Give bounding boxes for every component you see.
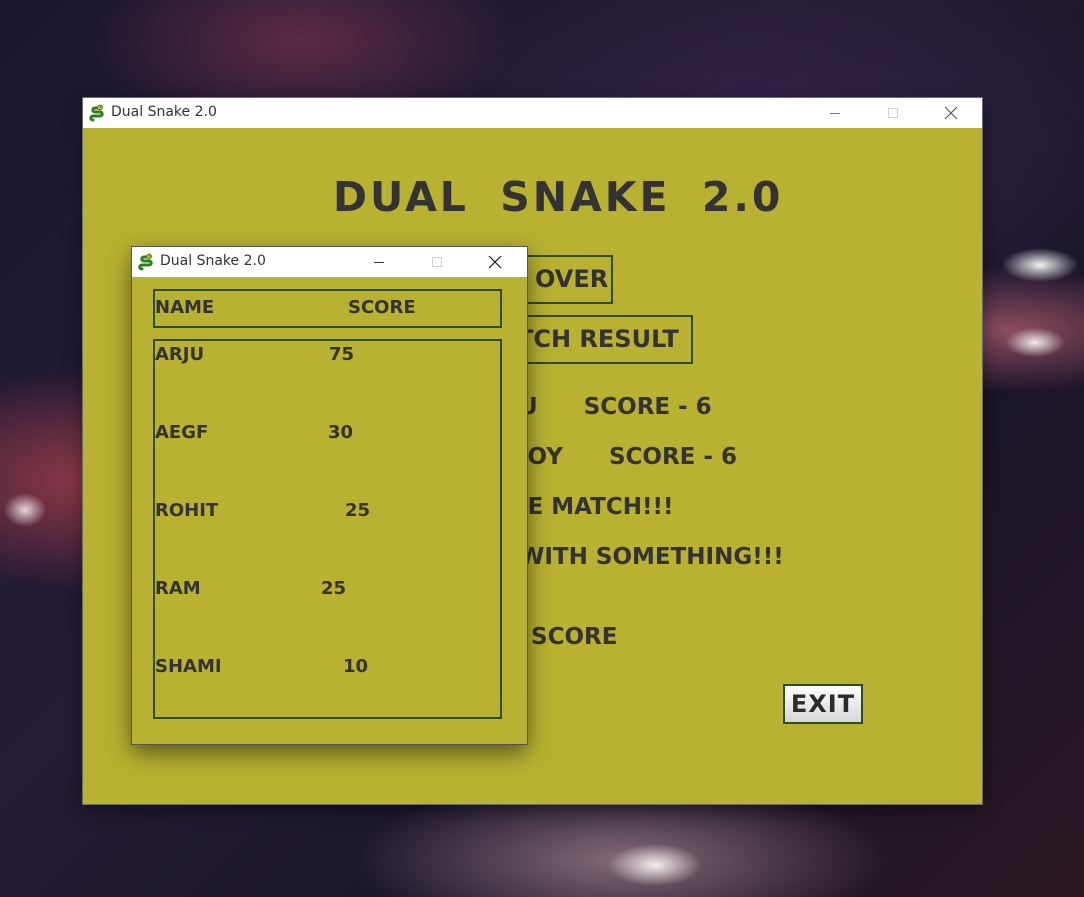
list-item: ARJU 75 bbox=[155, 344, 500, 368]
high-score-label: SCORE bbox=[531, 624, 618, 650]
close-button[interactable] bbox=[472, 247, 518, 277]
maximize-button[interactable] bbox=[870, 98, 916, 128]
close-button[interactable] bbox=[928, 98, 974, 128]
player-name: AEGF bbox=[155, 422, 209, 443]
game-heading: DUAL SNAKE 2.0 bbox=[333, 173, 784, 221]
list-item: ROHIT 25 bbox=[155, 500, 500, 524]
player-score: 75 bbox=[329, 344, 355, 365]
list-item: SHAMI 10 bbox=[155, 656, 500, 680]
player-name: ROHIT bbox=[155, 500, 219, 521]
minimize-icon bbox=[374, 262, 384, 263]
match-outcome-text: IE MATCH!!! bbox=[519, 494, 674, 520]
game-over-label: OVER bbox=[513, 255, 613, 304]
player1-score: SCORE - 6 bbox=[583, 394, 712, 420]
maximize-icon bbox=[888, 108, 898, 118]
player2-result: JOY SCORE - 6 bbox=[519, 444, 737, 470]
snake-icon bbox=[138, 253, 153, 271]
maximize-button[interactable] bbox=[414, 247, 460, 277]
exit-button[interactable]: EXIT bbox=[783, 684, 863, 724]
minimize-button[interactable] bbox=[356, 247, 402, 277]
desktop-light-flare bbox=[600, 840, 710, 890]
scoreboard-window: Dual Snake 2.0 NAME SCORE ARJU 75 AEGF 3… bbox=[132, 247, 527, 744]
window-title: Dual Snake 2.0 bbox=[111, 104, 217, 120]
player-score: 10 bbox=[343, 656, 369, 677]
column-header-score: SCORE bbox=[348, 297, 416, 318]
list-item: RAM 25 bbox=[155, 578, 500, 602]
desktop-light-flare bbox=[995, 245, 1084, 285]
player-score: 25 bbox=[345, 500, 371, 521]
scoreboard-list: ARJU 75 AEGF 30 ROHIT 25 RAM 25 SHAMI 10 bbox=[153, 339, 502, 719]
scoreboard-titlebar[interactable]: Dual Snake 2.0 bbox=[132, 247, 527, 277]
player2-score: SCORE - 6 bbox=[608, 444, 737, 470]
list-item: AEGF 30 bbox=[155, 422, 500, 446]
minimize-icon bbox=[830, 113, 840, 114]
snake-icon bbox=[89, 104, 104, 122]
close-icon bbox=[944, 106, 958, 120]
main-titlebar[interactable]: Dual Snake 2.0 bbox=[83, 98, 982, 128]
comeback-message: WITH SOMETHING!!! bbox=[519, 544, 784, 570]
player-name: ARJU bbox=[155, 344, 205, 365]
player-score: 25 bbox=[321, 578, 347, 599]
player-score: 30 bbox=[328, 422, 354, 443]
desktop-light-flare bbox=[1000, 325, 1070, 360]
maximize-icon bbox=[432, 257, 442, 267]
scoreboard-header: NAME SCORE bbox=[153, 289, 502, 328]
column-header-name: NAME bbox=[155, 297, 215, 318]
window-title: Dual Snake 2.0 bbox=[160, 253, 266, 269]
minimize-button[interactable] bbox=[812, 98, 858, 128]
close-icon bbox=[488, 255, 502, 269]
match-result-label: TCH RESULT bbox=[513, 315, 693, 364]
player-name: RAM bbox=[155, 578, 201, 599]
player1-result: U SCORE - 6 bbox=[519, 394, 712, 420]
player-name: SHAMI bbox=[155, 656, 222, 677]
desktop-light-flare bbox=[0, 490, 50, 530]
